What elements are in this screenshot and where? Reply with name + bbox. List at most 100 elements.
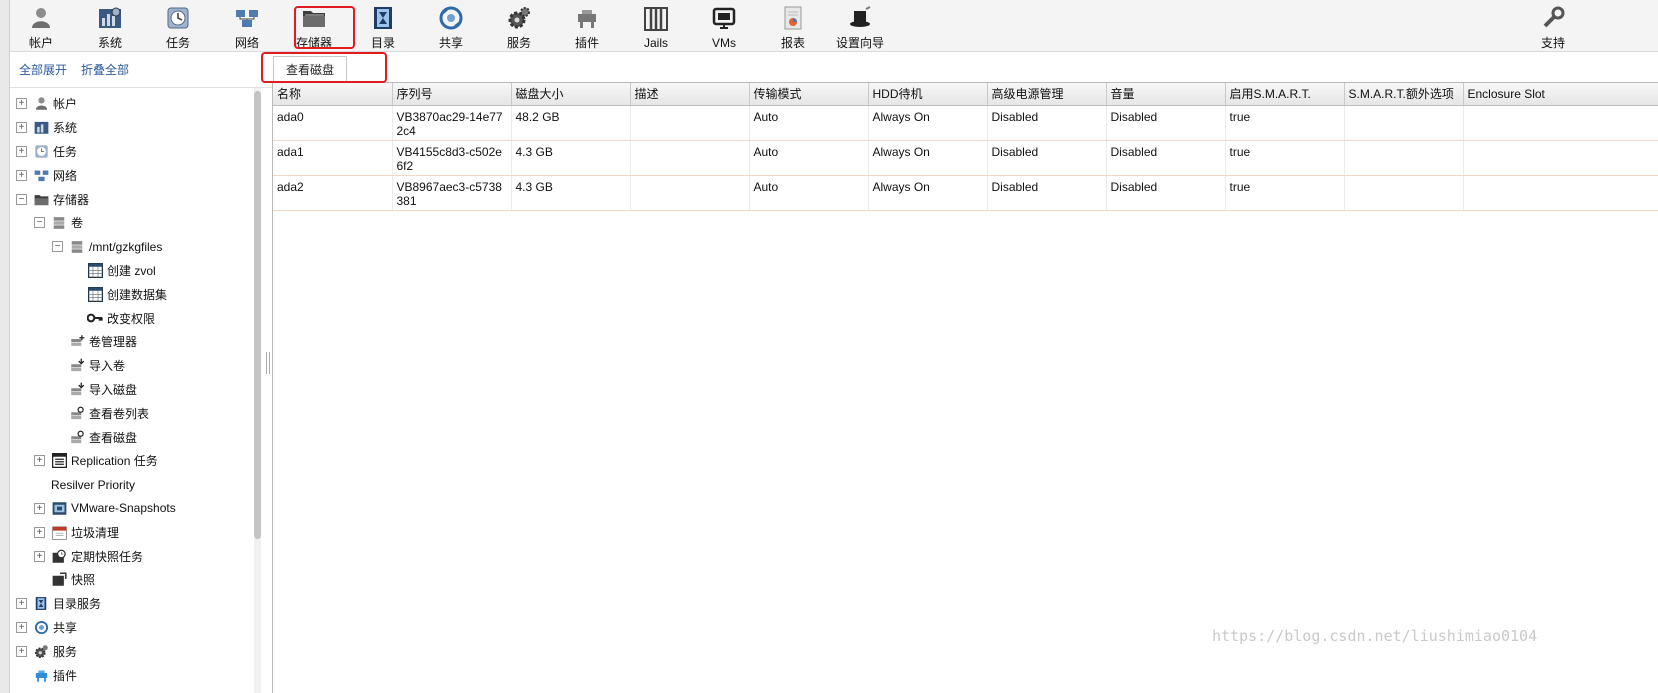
tree-item-label: 改变权限: [107, 311, 156, 326]
table-cell: [1463, 175, 1658, 211]
toolbar-item-storage[interactable]: 存储器: [291, 2, 337, 50]
expand-toggle[interactable]: +: [34, 550, 45, 562]
expand-toggle[interactable]: +: [16, 98, 27, 110]
toggle-spacer: [70, 289, 81, 300]
table-cell: ada0: [273, 105, 393, 141]
tree-item[interactable]: Resilver Priority: [10, 473, 281, 497]
column-header[interactable]: 启用S.M.A.R.T.: [1225, 83, 1345, 106]
column-header[interactable]: 描述: [630, 83, 750, 106]
toolbar-item-sharing[interactable]: 共享: [428, 2, 474, 50]
toolbar-item-vms[interactable]: VMs: [701, 2, 747, 50]
tree-item[interactable]: − /mnt/gzkgfiles: [10, 235, 281, 259]
tree-item-label: 网络: [53, 168, 78, 183]
tree-item[interactable]: 卷管理器: [10, 330, 281, 354]
tree-item[interactable]: 查看卷列表: [10, 401, 281, 425]
toolbar-item-services[interactable]: 服务: [496, 2, 542, 50]
expand-toggle[interactable]: +: [34, 502, 45, 514]
column-header[interactable]: 名称: [273, 83, 393, 106]
tree-item[interactable]: + Replication 任务: [10, 449, 281, 473]
tree-item-label: 垃圾清理: [71, 525, 120, 540]
toolbar-item-plugins[interactable]: 插件: [564, 2, 610, 50]
volume-icon: [51, 215, 67, 231]
tree-item-label: 系统: [53, 121, 78, 136]
table-cell: [1463, 105, 1658, 141]
table-header-row: 名称 序列号 磁盘大小 描述 传输模式 HDD待机 高级电源管理 音量 启用S.M.A.R.T.…: [273, 83, 1658, 106]
expand-toggle[interactable]: +: [16, 645, 27, 657]
toolbar-label: VMs: [712, 36, 736, 50]
collapse-all-link[interactable]: 折叠全部: [81, 61, 129, 78]
expand-toggle[interactable]: +: [34, 526, 45, 538]
toolbar-item-reports[interactable]: 报表: [770, 2, 816, 50]
tree-item[interactable]: + 共享: [10, 616, 281, 640]
toolbar-item-account[interactable]: 帐户: [18, 2, 64, 50]
table-cell: Disabled: [987, 105, 1107, 141]
tree-item[interactable]: 插件: [10, 663, 281, 687]
tree-item[interactable]: 查看磁盘: [10, 425, 281, 449]
collapse-toggle[interactable]: −: [16, 193, 27, 205]
expand-toggle[interactable]: +: [16, 169, 27, 181]
tab-view-disks[interactable]: 查看磁盘: [273, 56, 347, 82]
tree-item[interactable]: 改变权限: [10, 306, 281, 330]
table-row[interactable]: ada2 VB8967aec3-c5738381 4.3 GB Auto Always …: [273, 175, 1658, 211]
table-row[interactable]: ada0 VB3870ac29-14e772c4 48.2 GB Auto Always…: [273, 105, 1658, 141]
expand-toggle[interactable]: +: [16, 598, 27, 610]
tree-item[interactable]: 导入磁盘: [10, 378, 281, 402]
column-header[interactable]: 高级电源管理: [987, 83, 1107, 106]
toolbar-item-directory[interactable]: 目录: [360, 2, 406, 50]
tree-item[interactable]: − 存储器: [10, 187, 281, 211]
toolbar-item-tasks[interactable]: 任务: [155, 2, 201, 50]
table-cell: Auto: [749, 175, 869, 211]
tree-item[interactable]: + VMware-Snapshots: [10, 497, 281, 521]
tree-item[interactable]: 创建 zvol: [10, 259, 281, 283]
toggle-spacer: [34, 479, 45, 490]
tree-item[interactable]: 创建数据集: [10, 282, 281, 306]
table-cell: VB8967aec3-c5738381: [392, 175, 512, 211]
toolbar-label: Jails: [643, 36, 668, 50]
tree-item[interactable]: + 任务: [10, 140, 281, 164]
tree-item[interactable]: + 网络: [10, 163, 281, 187]
column-header[interactable]: S.M.A.R.T.额外选项: [1344, 83, 1464, 106]
view-volumes-icon: [69, 405, 85, 421]
tree-item[interactable]: + 服务: [10, 639, 281, 663]
toolbar-item-jails[interactable]: Jails: [633, 2, 679, 50]
toolbar-item-system[interactable]: 系统: [87, 2, 133, 50]
column-header[interactable]: HDD待机: [868, 83, 988, 106]
splitter-handle[interactable]: [266, 352, 270, 374]
sidebar-scrollbar[interactable]: [254, 88, 261, 693]
column-header[interactable]: 音量: [1106, 83, 1226, 106]
toggle-spacer: [16, 670, 27, 681]
tree-item[interactable]: + 目录服务: [10, 592, 281, 616]
tree-item-label: 查看磁盘: [89, 430, 138, 445]
table-row[interactable]: ada1 VB4155c8d3-c502e6f2 4.3 GB Auto Always …: [273, 140, 1658, 176]
toggle-spacer: [52, 336, 63, 347]
expand-toggle[interactable]: +: [34, 455, 45, 467]
toolbar-item-wizard[interactable]: 设置向导: [828, 2, 892, 50]
toolbar-item-support[interactable]: 支持: [1530, 2, 1576, 50]
table-cell: ada1: [273, 140, 393, 176]
tree-item[interactable]: + 垃圾清理: [10, 520, 281, 544]
toolbar-item-network[interactable]: 网络: [224, 2, 270, 50]
column-header[interactable]: 磁盘大小: [511, 83, 631, 106]
sidebar-scrollbar-thumb[interactable]: [254, 91, 261, 539]
expand-toggle[interactable]: +: [16, 621, 27, 633]
column-header[interactable]: 序列号: [392, 83, 512, 106]
tree-item[interactable]: + 定期快照任务: [10, 544, 281, 568]
expand-toggle[interactable]: +: [16, 145, 27, 157]
window-edge-strip: [0, 0, 10, 693]
tree-item[interactable]: − 卷: [10, 211, 281, 235]
tree-item[interactable]: + 帐户: [10, 92, 281, 116]
clock-icon: [165, 6, 191, 30]
toolbar-label: 任务: [165, 36, 190, 50]
collapse-toggle[interactable]: −: [52, 241, 63, 253]
expand-toggle[interactable]: +: [16, 122, 27, 134]
collapse-toggle[interactable]: −: [34, 217, 45, 229]
tree-item-label: 快照: [71, 573, 96, 588]
tree-item[interactable]: 导入卷: [10, 354, 281, 378]
expand-all-link[interactable]: 全部展开: [19, 61, 67, 78]
tree-item[interactable]: 快照: [10, 568, 281, 592]
column-header[interactable]: 传输模式: [749, 83, 869, 106]
tree-item[interactable]: + 系统: [10, 116, 281, 140]
table-cell: [630, 105, 750, 141]
column-header[interactable]: Enclosure Slot: [1463, 83, 1658, 106]
sidebar: 全部展开 折叠全部 + 帐户 + 系统 + 任务 + 网络 − 存储器 − 卷 −/mnt/gzkgfi…: [10, 52, 282, 693]
